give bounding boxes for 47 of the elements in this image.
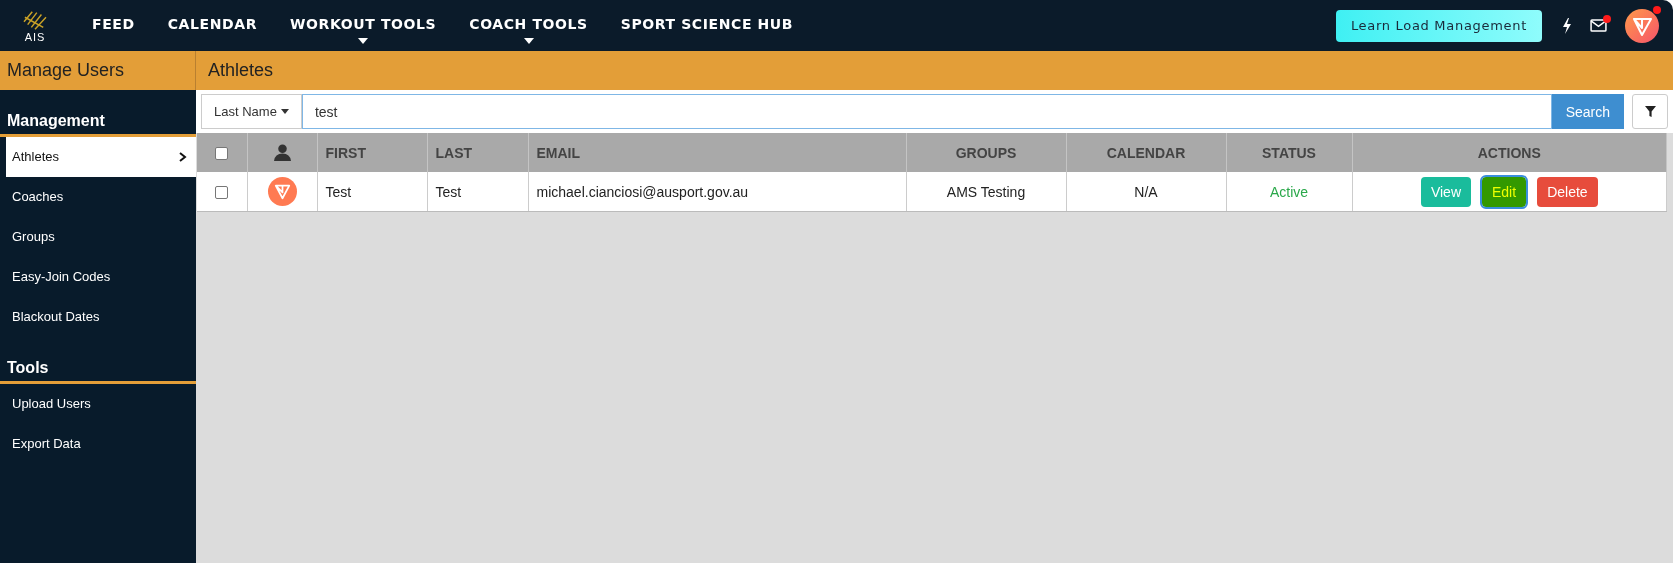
mail-icon[interactable] — [1590, 19, 1607, 32]
nav-link[interactable]: FEED — [92, 15, 135, 32]
logo-icon — [21, 8, 49, 31]
sidebar-item[interactable]: Blackout Dates — [0, 297, 196, 337]
avatar-icon — [267, 177, 297, 206]
column-header: CALENDAR — [1066, 133, 1226, 172]
nav-link[interactable]: CALENDAR — [167, 15, 258, 32]
table-cell: N/A — [1066, 172, 1226, 212]
lightning-icon[interactable] — [1562, 17, 1572, 34]
column-header: GROUPS — [906, 133, 1066, 172]
column-header: FIRST — [317, 133, 427, 172]
table-cell: AMS Testing — [906, 172, 1066, 212]
nav-link[interactable]: WORKOUT TOOLS — [290, 15, 437, 44]
filter-icon — [1644, 106, 1656, 117]
filter-button[interactable] — [1632, 94, 1668, 129]
avatar-icon[interactable] — [1625, 8, 1659, 43]
sidebar-item[interactable]: Upload Users — [0, 384, 196, 424]
nav-link[interactable]: COACH TOOLS — [469, 15, 588, 44]
table-cell: michael.cianciosi@ausport.gov.au — [528, 172, 906, 212]
column-header: LAST — [427, 133, 528, 172]
column-header: ACTIONS — [1352, 133, 1667, 172]
caret-icon — [280, 109, 289, 114]
chevron-icon — [179, 152, 187, 162]
nav-link[interactable]: SPORT SCIENCE HUB — [620, 15, 794, 32]
delete-button[interactable]: Delete — [1537, 176, 1598, 207]
page-title: Athletes — [196, 51, 1673, 90]
table-cell: Test — [427, 172, 528, 212]
caret-icon — [523, 37, 534, 44]
logo-text: AIS — [24, 30, 46, 43]
checkbox[interactable] — [215, 186, 229, 200]
learn-button[interactable]: Learn Load Management — [1335, 9, 1542, 42]
sidebar-item[interactable]: Coaches — [0, 177, 196, 217]
person-icon — [273, 144, 291, 162]
column-header: STATUS — [1226, 133, 1352, 172]
search-button[interactable]: Search — [1551, 94, 1624, 129]
sidebar-item[interactable]: Export Data — [0, 424, 196, 464]
sidebar-item[interactable]: Athletes — [6, 137, 196, 177]
column-header: EMAIL — [528, 133, 906, 172]
status-cell: Active — [1226, 172, 1352, 212]
search-field[interactable]: test — [301, 94, 1552, 129]
sidebar-title: Manage Users — [0, 51, 196, 90]
checkbox[interactable] — [215, 147, 229, 161]
caret-icon — [358, 37, 369, 44]
field-dropdown[interactable]: Last Name — [201, 94, 302, 129]
table-cell: Test — [317, 172, 427, 212]
sidebar-item[interactable]: Easy-Join Codes — [0, 257, 196, 297]
sidebar-item[interactable]: Groups — [0, 217, 196, 257]
